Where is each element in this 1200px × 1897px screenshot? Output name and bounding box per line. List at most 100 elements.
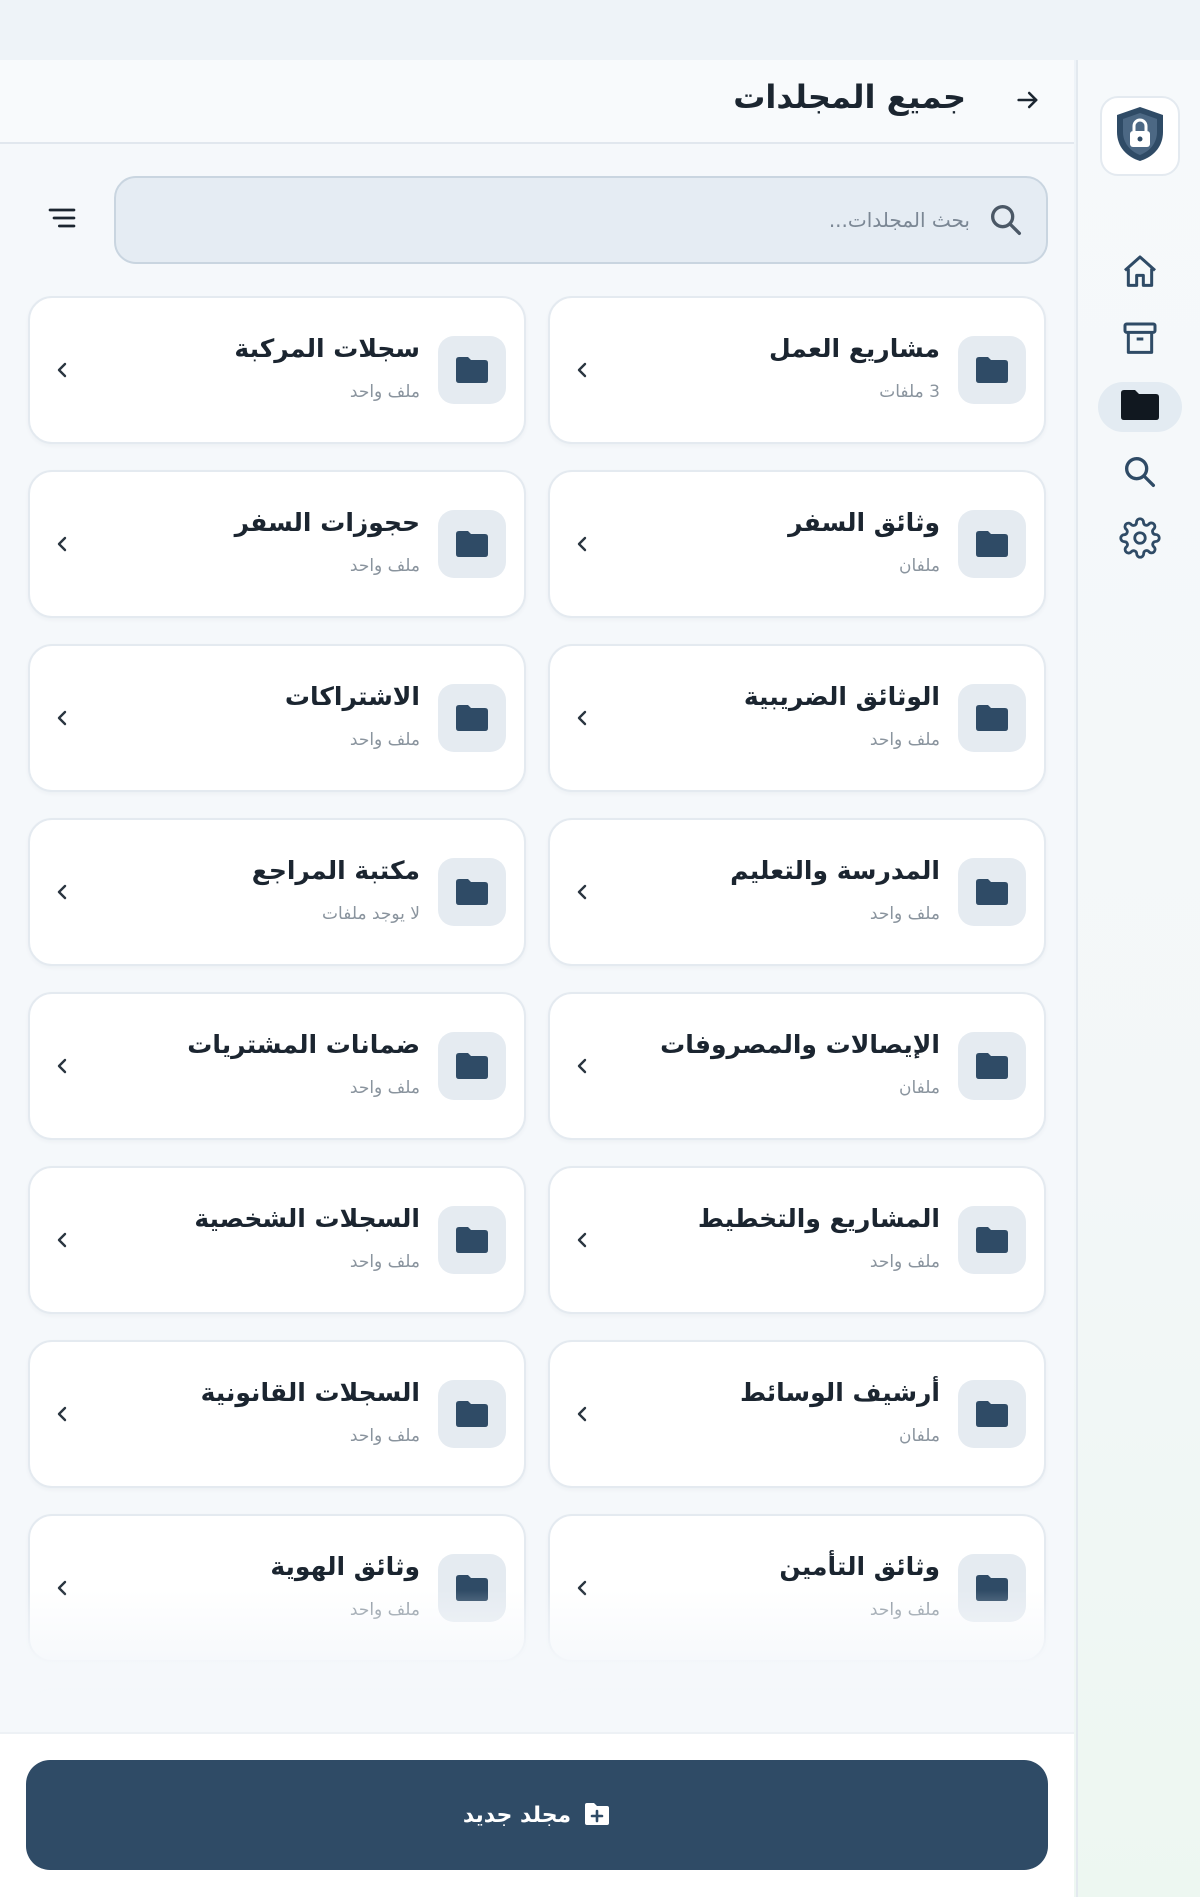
folder-file-count: ملفان <box>899 1426 940 1446</box>
sidebar-item-search[interactable] <box>1098 449 1182 499</box>
folder-icon <box>438 336 506 404</box>
folder-name: وثائق الهوية <box>270 1552 420 1581</box>
folder-name: السجلات الشخصية <box>194 1204 420 1233</box>
chevron-left-icon <box>572 880 592 908</box>
search-input[interactable] <box>150 178 970 262</box>
search-bar[interactable] <box>114 176 1048 264</box>
folder-card[interactable]: الاشتراكات ملف واحد <box>28 644 526 792</box>
folder-file-count: لا يوجد ملفات <box>322 904 420 924</box>
folder-icon <box>958 1206 1026 1274</box>
chevron-left-icon <box>572 532 592 560</box>
folder-icon <box>438 684 506 752</box>
folder-card[interactable]: وثائق السفر ملفان <box>548 470 1046 618</box>
folder-name: الاشتراكات <box>284 682 420 711</box>
scroll-fade <box>0 1590 1074 1716</box>
folder-card[interactable]: ضمانات المشتريات ملف واحد <box>28 992 526 1140</box>
search-icon <box>986 200 1026 244</box>
folder-icon <box>438 1032 506 1100</box>
folder-card[interactable]: مكتبة المراجع لا يوجد ملفات <box>28 818 526 966</box>
folder-name: السجلات القانونية <box>200 1378 420 1407</box>
folder-file-count: ملف واحد <box>349 1426 420 1446</box>
archive-icon <box>1120 319 1160 363</box>
folder-icon <box>958 336 1026 404</box>
folder-file-count: ملف واحد <box>869 1252 940 1272</box>
folder-file-count: ملفان <box>899 1078 940 1098</box>
new-folder-label: مجلد جديد <box>462 1802 572 1828</box>
folder-grid: مشاريع العمل 3 ملفات سجلات المركبة ملف واحد… <box>0 296 1074 1706</box>
chevron-left-icon <box>52 532 72 560</box>
sidebar-item-settings[interactable] <box>1098 515 1182 565</box>
folder-icon <box>958 510 1026 578</box>
arrow-right-icon <box>1014 86 1042 118</box>
new-folder-button[interactable]: مجلد جديد <box>26 1760 1048 1870</box>
folder-card[interactable]: الإيصالات والمصروفات ملفان <box>548 992 1046 1140</box>
back-button[interactable] <box>1004 78 1052 126</box>
folder-file-count: ملف واحد <box>349 556 420 576</box>
main-panel: جميع المجلدات مشاريع العمل 3 ملفات سجلات ا… <box>0 60 1074 1897</box>
chevron-left-icon <box>52 706 72 734</box>
chevron-left-icon <box>572 358 592 386</box>
folder-file-count: ملف واحد <box>869 730 940 750</box>
folder-card[interactable]: السجلات القانونية ملف واحد <box>28 1340 526 1488</box>
chevron-left-icon <box>52 358 72 386</box>
folder-name: المدرسة والتعليم <box>730 856 940 885</box>
folder-card[interactable]: سجلات المركبة ملف واحد <box>28 296 526 444</box>
chevron-left-icon <box>52 880 72 908</box>
chevron-left-icon <box>572 1228 592 1256</box>
sidebar-item-home[interactable] <box>1098 249 1182 299</box>
folder-icon <box>438 1206 506 1274</box>
filter-lines-icon <box>46 202 78 238</box>
folder-icon <box>958 858 1026 926</box>
gear-icon <box>1119 517 1161 563</box>
folder-icon <box>438 1380 506 1448</box>
folder-icon <box>958 1380 1026 1448</box>
folder-card[interactable]: حجوزات السفر ملف واحد <box>28 470 526 618</box>
chevron-left-icon <box>572 1054 592 1082</box>
folder-name: أرشيف الوسائط <box>740 1378 940 1407</box>
folder-icon <box>958 684 1026 752</box>
chevron-left-icon <box>572 706 592 734</box>
folder-card[interactable]: السجلات الشخصية ملف واحد <box>28 1166 526 1314</box>
folder-name: الإيصالات والمصروفات <box>660 1030 940 1059</box>
sidebar <box>1076 60 1200 1897</box>
folder-file-count: ملف واحد <box>349 1078 420 1098</box>
folder-file-count: 3 ملفات <box>879 382 940 402</box>
folder-file-count: ملف واحد <box>349 1252 420 1272</box>
sidebar-item-archive[interactable] <box>1098 316 1182 366</box>
footer: مجلد جديد <box>0 1732 1074 1897</box>
folder-card[interactable]: مشاريع العمل 3 ملفات <box>548 296 1046 444</box>
header: جميع المجلدات <box>0 60 1074 144</box>
chevron-left-icon <box>572 1402 592 1430</box>
folder-icon <box>1119 388 1161 426</box>
filter-button[interactable] <box>38 196 86 244</box>
page-title: جميع المجلدات <box>733 78 966 116</box>
folder-name: وثائق التأمين <box>779 1552 940 1581</box>
chevron-left-icon <box>52 1228 72 1256</box>
folder-card[interactable]: أرشيف الوسائط ملفان <box>548 1340 1046 1488</box>
folder-file-count: ملفان <box>899 556 940 576</box>
folder-icon <box>438 858 506 926</box>
chevron-left-icon <box>52 1054 72 1082</box>
folder-card[interactable]: المشاريع والتخطيط ملف واحد <box>548 1166 1046 1314</box>
search-icon <box>1120 452 1160 496</box>
app-logo[interactable] <box>1100 96 1180 176</box>
shield-lock-icon <box>1112 104 1168 168</box>
folder-name: حجوزات السفر <box>234 508 420 537</box>
folder-icon <box>958 1032 1026 1100</box>
folder-name: وثائق السفر <box>788 508 940 537</box>
folder-icon <box>438 510 506 578</box>
chevron-left-icon <box>52 1402 72 1430</box>
folder-name: ضمانات المشتريات <box>187 1030 420 1059</box>
folder-name: سجلات المركبة <box>234 334 420 363</box>
home-icon <box>1120 252 1160 296</box>
folder-name: المشاريع والتخطيط <box>697 1204 940 1233</box>
folder-card[interactable]: الوثائق الضريبية ملف واحد <box>548 644 1046 792</box>
folder-plus-icon <box>583 1801 611 1830</box>
sidebar-item-folders[interactable] <box>1098 382 1182 432</box>
folder-card[interactable]: المدرسة والتعليم ملف واحد <box>548 818 1046 966</box>
folder-name: مشاريع العمل <box>768 334 940 363</box>
folder-file-count: ملف واحد <box>869 904 940 924</box>
folder-name: مكتبة المراجع <box>251 856 420 885</box>
folder-name: الوثائق الضريبية <box>743 682 940 711</box>
folder-file-count: ملف واحد <box>349 730 420 750</box>
